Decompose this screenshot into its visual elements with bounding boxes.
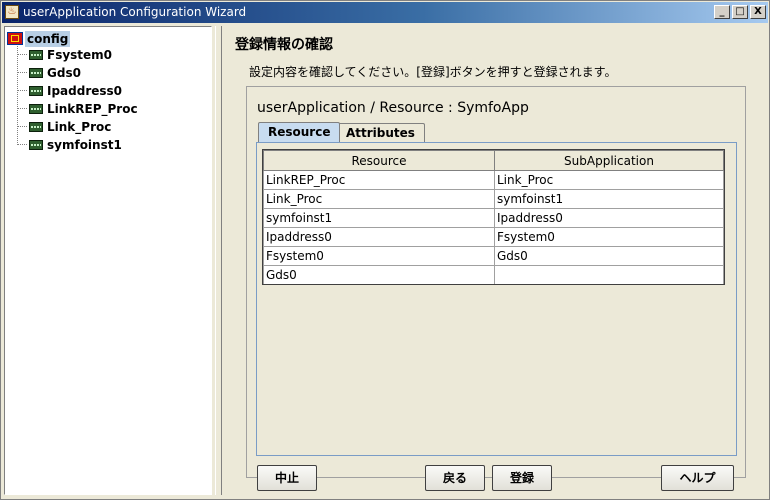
table-row[interactable]: Gds0 xyxy=(263,265,724,285)
table-row[interactable]: Link_Proc symfoinst1 xyxy=(263,189,724,209)
resource-cell: Ipaddress0 xyxy=(263,227,495,247)
tree-item-label: symfoinst1 xyxy=(47,137,122,152)
tree-root-config[interactable]: config xyxy=(7,30,71,47)
resource-icon xyxy=(29,67,43,78)
resource-cell: LinkREP_Proc xyxy=(263,170,495,190)
wizard-window: ♨ userApplication Configuration Wizard _… xyxy=(0,0,770,500)
subapplication-cell: Gds0 xyxy=(494,246,724,266)
resource-icon xyxy=(29,103,43,114)
table-row[interactable]: symfoinst1 Ipaddress0 xyxy=(263,208,724,228)
tree-branch xyxy=(17,89,27,92)
resource-icon xyxy=(29,49,43,60)
tab-attributes[interactable]: Attributes xyxy=(336,123,425,142)
confirmation-panel: 登録情報の確認 設定内容を確認してください。[登録]ボタンを押すと登録されます。… xyxy=(224,26,769,495)
tree-branch xyxy=(17,125,27,128)
tree-item-label: Ipaddress0 xyxy=(47,83,123,98)
table-row[interactable]: Fsystem0 Gds0 xyxy=(263,246,724,266)
table-row[interactable]: LinkREP_Proc Link_Proc xyxy=(263,170,724,190)
minimize-button[interactable]: _ xyxy=(714,5,730,19)
cancel-button[interactable]: 中止 xyxy=(257,465,317,491)
config-icon xyxy=(7,32,23,45)
resource-cell: symfoinst1 xyxy=(263,208,495,228)
page-title: 登録情報の確認 xyxy=(235,37,333,53)
resource-tree[interactable]: config Fsystem0 Gds0 Ipaddress0 LinkREP_… xyxy=(4,26,212,495)
subapplication-cell: Ipaddress0 xyxy=(494,208,724,228)
tree-item-linkrep-proc[interactable]: LinkREP_Proc xyxy=(17,100,138,116)
subapplication-cell: symfoinst1 xyxy=(494,189,724,209)
resource-cell: Fsystem0 xyxy=(263,246,495,266)
column-header-subapplication[interactable]: SubApplication xyxy=(494,150,724,171)
tree-item-fsystem0[interactable]: Fsystem0 xyxy=(17,46,112,62)
back-button[interactable]: 戻る xyxy=(425,465,485,491)
tree-item-label: Gds0 xyxy=(47,65,81,80)
resource-icon xyxy=(29,85,43,96)
resource-heading: userApplication / Resource : SymfoApp xyxy=(257,100,529,116)
resource-group-box: userApplication / Resource : SymfoApp Re… xyxy=(246,86,746,478)
tree-branch xyxy=(17,143,27,146)
title-bar[interactable]: ♨ userApplication Configuration Wizard _… xyxy=(2,2,768,23)
tree-root-label: config xyxy=(25,30,71,47)
resource-icon xyxy=(29,121,43,132)
instruction-text: 設定内容を確認してください。[登録]ボタンを押すと登録されます。 xyxy=(249,65,617,79)
subapplication-cell xyxy=(494,265,724,285)
subapplication-cell: Link_Proc xyxy=(494,170,724,190)
tree-branch xyxy=(17,71,27,74)
tab-resource[interactable]: Resource xyxy=(258,122,341,142)
split-pane-divider[interactable] xyxy=(215,26,222,495)
tree-item-gds0[interactable]: Gds0 xyxy=(17,64,81,80)
tab-content: Resource SubApplication LinkREP_Proc Lin… xyxy=(256,142,737,456)
register-button[interactable]: 登録 xyxy=(492,465,552,491)
tree-item-ipaddress0[interactable]: Ipaddress0 xyxy=(17,82,122,98)
maximize-button[interactable]: □ xyxy=(732,5,748,19)
resource-cell: Gds0 xyxy=(263,265,495,285)
tree-item-link-proc[interactable]: Link_Proc xyxy=(17,118,111,134)
table-header-row: Resource SubApplication xyxy=(263,150,724,171)
table-row[interactable]: Ipaddress0 Fsystem0 xyxy=(263,227,724,247)
column-header-resource[interactable]: Resource xyxy=(263,150,495,171)
resource-table: Resource SubApplication LinkREP_Proc Lin… xyxy=(263,150,724,285)
tree-branch xyxy=(17,53,27,56)
tree-branch xyxy=(17,107,27,110)
tree-item-symfoinst1[interactable]: symfoinst1 xyxy=(17,136,122,152)
tree-item-label: Link_Proc xyxy=(47,119,112,134)
close-button[interactable]: X xyxy=(750,5,766,19)
window-title: userApplication Configuration Wizard xyxy=(23,5,247,19)
subapplication-cell: Fsystem0 xyxy=(494,227,724,247)
resource-icon xyxy=(29,139,43,150)
tree-item-label: Fsystem0 xyxy=(47,47,113,62)
resource-cell: Link_Proc xyxy=(263,189,495,209)
tree-item-label: LinkREP_Proc xyxy=(47,101,138,116)
help-button[interactable]: ヘルプ xyxy=(661,465,734,491)
java-app-icon: ♨ xyxy=(5,5,19,19)
